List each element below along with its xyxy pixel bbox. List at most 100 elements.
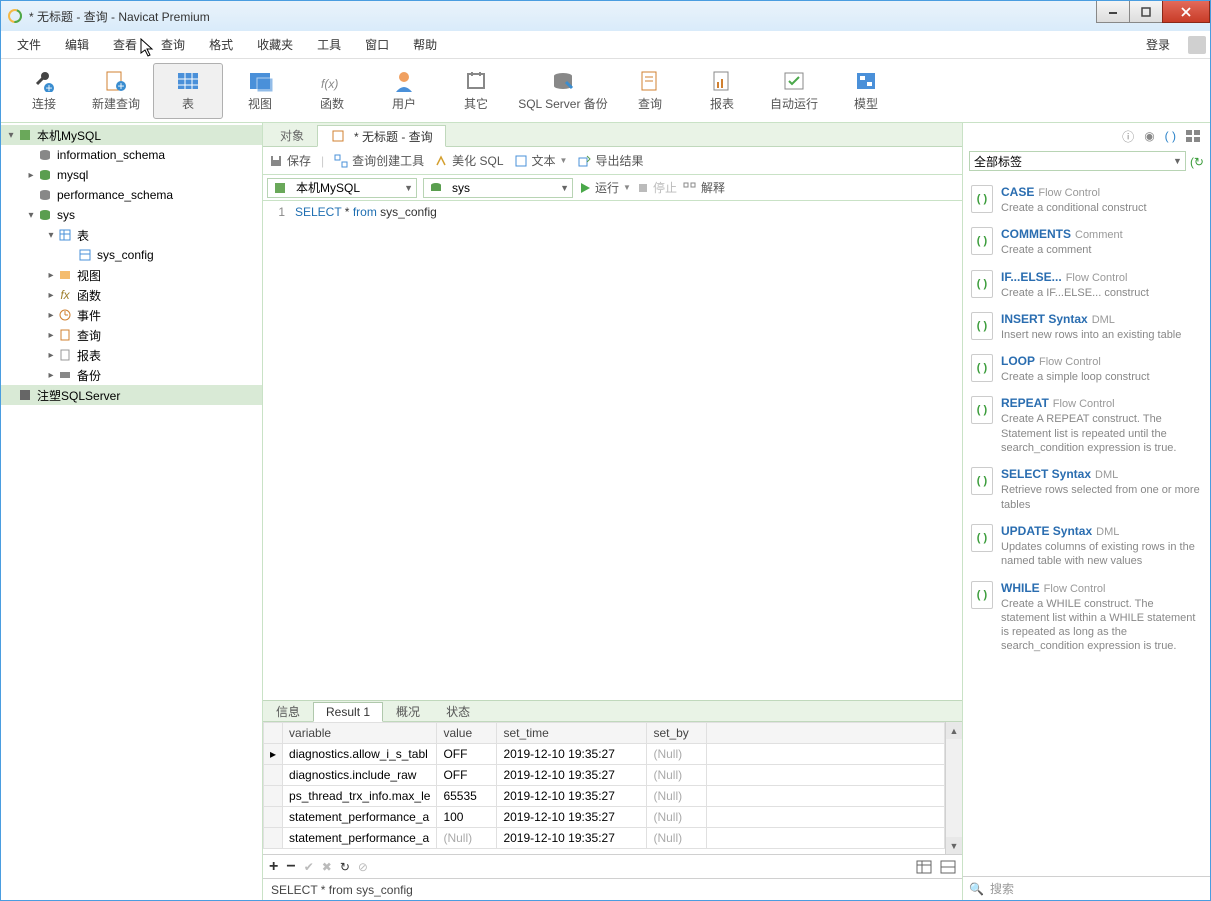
table-row[interactable]: ▸diagnostics.allow_i_s_tablOFF2019-12-10… [264,744,945,765]
snippet-item[interactable]: ( )CASEFlow ControlCreate a conditional … [969,179,1204,221]
snippet-filter-combo[interactable]: 全部标签▼ [969,151,1186,171]
expand-icon[interactable]: ▸ [45,350,57,361]
toolbar-view-button[interactable]: 视图 [225,63,295,119]
snippet-item[interactable]: ( )LOOPFlow ControlCreate a simple loop … [969,348,1204,390]
expand-icon[interactable]: ▸ [25,170,37,181]
menu-window[interactable]: 窗口 [353,32,401,57]
collapse-icon[interactable]: ▾ [25,210,37,221]
snippet-item[interactable]: ( )IF...ELSE...Flow ControlCreate a IF..… [969,264,1204,306]
menu-tools[interactable]: 工具 [305,32,353,57]
snippet-item[interactable]: ( )WHILEFlow ControlCreate a WHILE const… [969,575,1204,660]
maximize-button[interactable] [1129,1,1163,23]
menu-format[interactable]: 格式 [197,32,245,57]
toolbar-auto-button[interactable]: 自动运行 [759,63,829,119]
cell[interactable]: (Null) [647,744,707,765]
result-grid[interactable]: variablevalueset_timeset_by▸diagnostics.… [263,722,962,854]
cell[interactable]: statement_performance_a [283,828,437,849]
table-row[interactable]: statement_performance_a(Null)2019-12-10 … [264,828,945,849]
toolbar-table-button[interactable]: 表 [153,63,223,119]
cell[interactable]: diagnostics.include_raw [283,765,437,786]
snippet-search[interactable]: 🔍 搜索 [963,876,1210,900]
toolbar-other-button[interactable]: 其它 [441,63,511,119]
toolbar-user-button[interactable]: 用户 [369,63,439,119]
cell[interactable]: 2019-12-10 19:35:27 [497,807,647,828]
toolbar-newq-button[interactable]: +新建查询 [81,63,151,119]
toolbar-plug-button[interactable]: +连接 [9,63,79,119]
tree-db[interactable]: ▾sys [1,205,262,225]
tree-connection[interactable]: ▾ 本机MySQL [1,125,262,145]
tree-views[interactable]: ▸视图 [1,265,262,285]
snippet-item[interactable]: ( )REPEATFlow ControlCreate A REPEAT con… [969,390,1204,461]
export-button[interactable]: 导出结果 [577,152,643,169]
run-button[interactable]: 运行▼ [579,179,631,196]
info-icon[interactable]: ⓘ [1122,128,1134,145]
code-icon[interactable]: ( ) [1165,129,1176,143]
tab-objects[interactable]: 对象 [267,124,317,146]
snippet-item[interactable]: ( )UPDATE SyntaxDMLUpdates columns of ex… [969,518,1204,575]
menu-login[interactable]: 登录 [1134,32,1182,57]
tree-events[interactable]: ▸事件 [1,305,262,325]
toolbar-fx-button[interactable]: f(x)函数 [297,63,367,119]
result-tab-status[interactable]: 状态 [433,701,483,721]
form-view-icon[interactable] [940,860,956,874]
cell[interactable]: 2019-12-10 19:35:27 [497,765,647,786]
tree-table-item[interactable]: sys_config [1,245,262,265]
cell[interactable]: OFF [437,744,497,765]
table-row[interactable]: diagnostics.include_rawOFF2019-12-10 19:… [264,765,945,786]
cell[interactable]: (Null) [647,765,707,786]
delete-row-button[interactable]: − [286,858,295,876]
cell[interactable]: 2019-12-10 19:35:27 [497,828,647,849]
column-header[interactable]: set_by [647,723,707,744]
table-row[interactable]: statement_performance_a1002019-12-10 19:… [264,807,945,828]
close-button[interactable] [1162,1,1210,23]
result-tab-info[interactable]: 信息 [263,701,313,721]
cell[interactable]: diagnostics.allow_i_s_tabl [283,744,437,765]
tree-db[interactable]: information_schema [1,145,262,165]
avatar-icon[interactable] [1188,36,1206,54]
cell[interactable]: 2019-12-10 19:35:27 [497,744,647,765]
expand-icon[interactable]: ▸ [45,310,57,321]
column-header[interactable]: set_time [497,723,647,744]
grid-icon[interactable] [1186,130,1200,142]
expand-icon[interactable]: ▸ [45,370,57,381]
expand-icon[interactable]: ▸ [45,270,57,281]
tree-db[interactable]: performance_schema [1,185,262,205]
refresh-button[interactable]: ↻ [340,860,350,874]
toolbar-backup-button[interactable]: SQL Server 备份 [513,63,613,119]
cell[interactable]: (Null) [647,786,707,807]
menu-file[interactable]: 文件 [5,32,53,57]
save-button[interactable]: 保存 [269,152,311,169]
minimize-button[interactable] [1096,1,1130,23]
add-row-button[interactable]: + [269,858,278,876]
database-combo[interactable]: sys▼ [423,178,573,198]
connection-tree[interactable]: ▾ 本机MySQL information_schema ▸mysql perf… [1,123,263,900]
cell[interactable]: 100 [437,807,497,828]
tree-functions[interactable]: ▸fx函数 [1,285,262,305]
explain-button[interactable]: 解释 [683,179,725,196]
snippet-item[interactable]: ( )SELECT SyntaxDMLRetrieve rows selecte… [969,461,1204,518]
toolbar-model-button[interactable]: 模型 [831,63,901,119]
grid-view-icon[interactable] [916,860,932,874]
menu-help[interactable]: 帮助 [401,32,449,57]
tab-query[interactable]: * 无标题 - 查询 [317,125,446,147]
column-header[interactable]: variable [283,723,437,744]
collapse-icon[interactable]: ▾ [45,230,57,241]
tree-connection[interactable]: 注塑SQLServer [1,385,262,405]
result-tab-profile[interactable]: 概况 [383,701,433,721]
menu-favorite[interactable]: 收藏夹 [245,32,305,57]
expand-icon[interactable]: ▸ [45,330,57,341]
scroll-up-icon[interactable]: ▲ [946,722,962,739]
text-button[interactable]: 文本▼ [514,152,568,169]
menu-edit[interactable]: 编辑 [53,32,101,57]
sql-editor[interactable]: 1 SELECT * from sys_config [263,201,962,700]
menu-view[interactable]: 查看 [101,32,149,57]
toolbar-report-button[interactable]: 报表 [687,63,757,119]
eye-icon[interactable]: ◉ [1144,129,1154,143]
collapse-icon[interactable]: ▾ [5,130,17,141]
cell[interactable]: OFF [437,765,497,786]
result-tab-result1[interactable]: Result 1 [313,702,383,722]
cell[interactable]: ps_thread_trx_info.max_le [283,786,437,807]
refresh-snippets-icon[interactable]: (↻ [1190,151,1204,173]
cell[interactable]: 2019-12-10 19:35:27 [497,786,647,807]
cell[interactable]: (Null) [437,828,497,849]
